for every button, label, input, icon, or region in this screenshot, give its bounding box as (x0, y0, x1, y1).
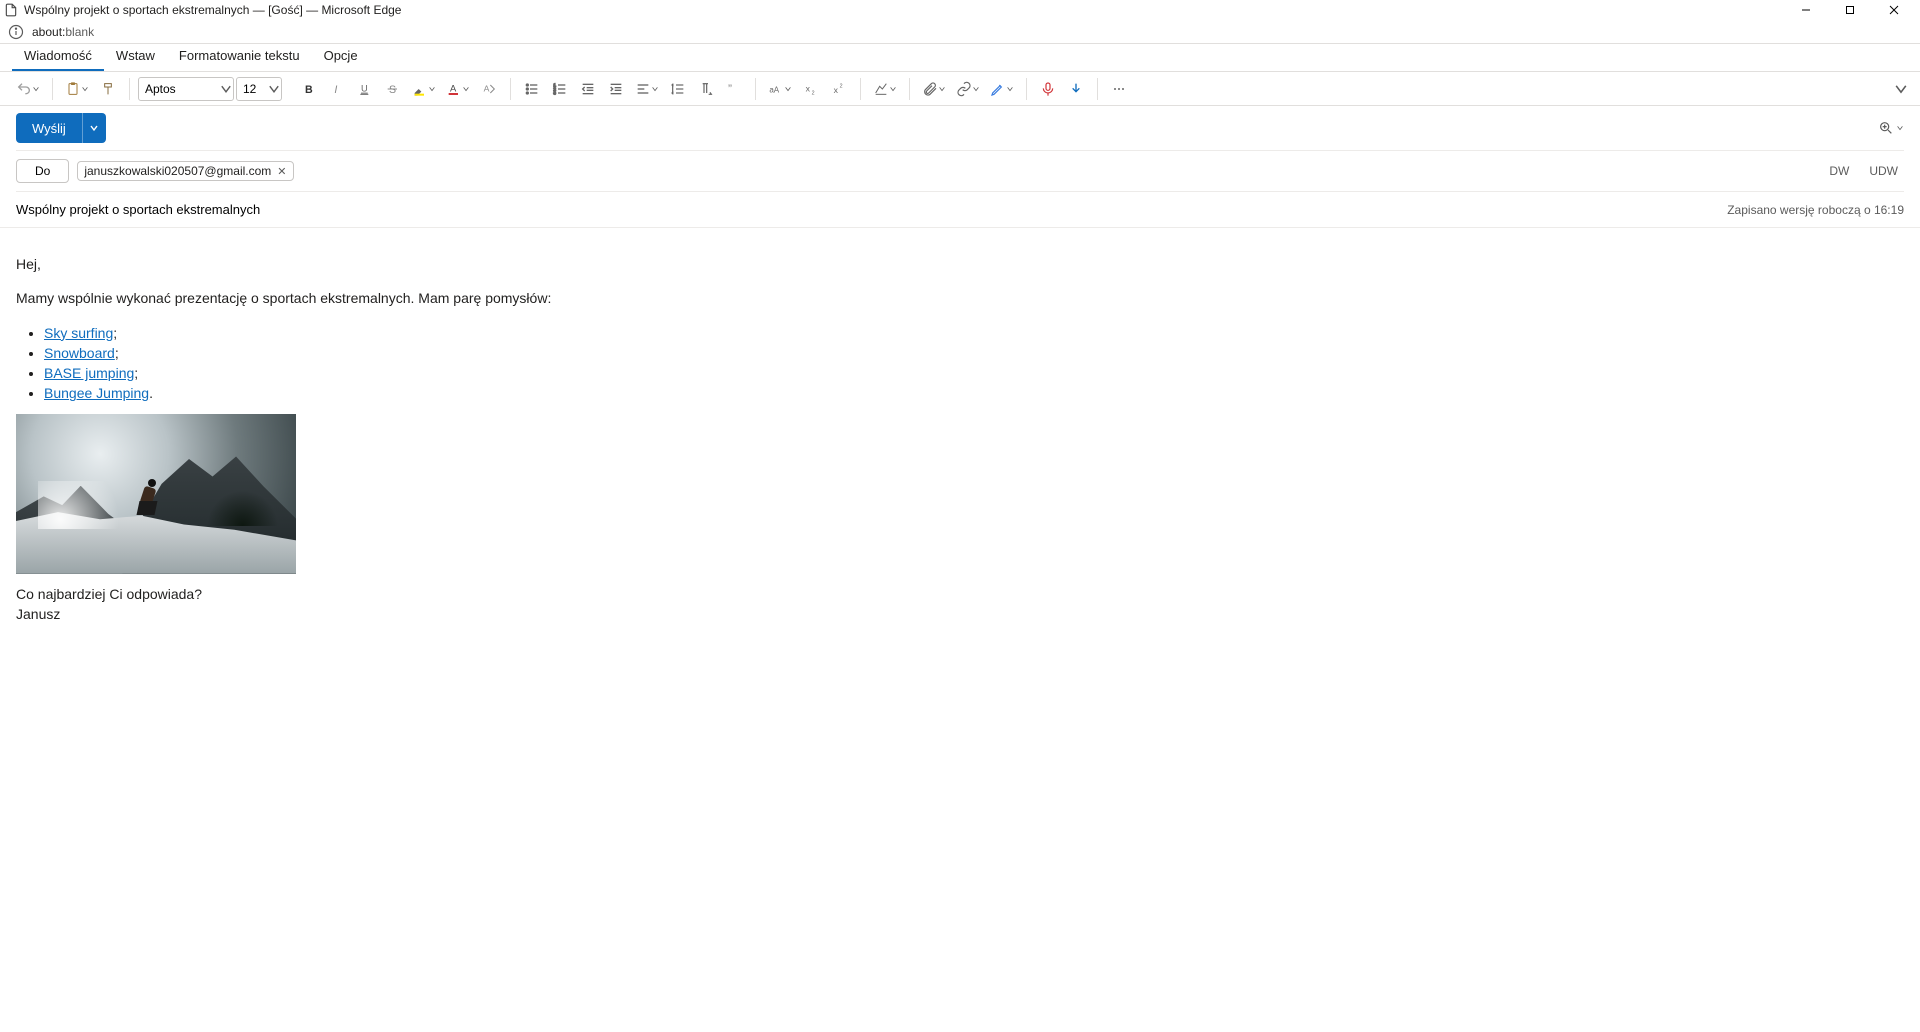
maximize-button[interactable] (1828, 0, 1872, 20)
svg-text:2: 2 (812, 90, 815, 96)
clear-formatting-button[interactable]: A (476, 76, 502, 102)
font-size-select[interactable] (236, 77, 282, 101)
link-sky-surfing[interactable]: Sky surfing (44, 325, 113, 341)
ribbon-toolbar: B I U S A A 123 ” aA x2 (0, 72, 1920, 106)
svg-text:aA: aA (769, 85, 779, 94)
font-size-input[interactable] (237, 82, 267, 96)
svg-text:I: I (334, 84, 337, 96)
strikethrough-button[interactable]: S (380, 76, 406, 102)
undo-button[interactable] (12, 76, 44, 102)
subscript-button[interactable]: x2 (798, 76, 824, 102)
attach-button[interactable] (918, 76, 950, 102)
tab-options[interactable]: Opcje (312, 42, 370, 71)
increase-indent-button[interactable] (603, 76, 629, 102)
save-status: Zapisano wersję roboczą o 16:19 (1727, 203, 1904, 217)
align-button[interactable] (631, 76, 663, 102)
window-controls (1784, 0, 1916, 20)
body-signature: Janusz (16, 604, 1904, 624)
svg-text:2: 2 (840, 83, 843, 89)
list-item: Bungee Jumping. (44, 383, 1904, 403)
list-item: Snowboard; (44, 343, 1904, 363)
body-list: Sky surfing; Snowboard; BASE jumping; Bu… (44, 323, 1904, 404)
superscript-button[interactable]: x2 (826, 76, 852, 102)
window-title: Wspólny projekt o sportach ekstremalnych… (24, 3, 401, 17)
remove-recipient-icon[interactable]: ✕ (277, 165, 286, 178)
link-bungee-jumping[interactable]: Bungee Jumping (44, 385, 149, 401)
list-item: Sky surfing; (44, 323, 1904, 343)
priority-button[interactable] (1063, 76, 1089, 102)
body-intro: Mamy wspólnie wykonać prezentację o spor… (16, 288, 1904, 308)
link-button[interactable] (952, 76, 984, 102)
font-name-input[interactable] (139, 82, 219, 96)
italic-button[interactable]: I (324, 76, 350, 102)
decrease-indent-button[interactable] (575, 76, 601, 102)
page-icon (4, 3, 18, 17)
window-title-bar: Wspólny projekt o sportach ekstremalnych… (0, 0, 1920, 20)
to-button[interactable]: Do (16, 159, 69, 183)
subject-input[interactable] (16, 198, 1719, 221)
styles-button[interactable] (869, 76, 901, 102)
svg-text:S: S (389, 84, 396, 96)
body-greeting: Hej, (16, 254, 1904, 274)
bcc-button[interactable]: UDW (1863, 164, 1904, 178)
link-snowboard[interactable]: Snowboard (44, 345, 115, 361)
svg-text:A: A (484, 83, 490, 93)
line-spacing-button[interactable] (665, 76, 691, 102)
font-color-button[interactable]: A (442, 76, 474, 102)
url-prefix: about: (32, 25, 65, 39)
cc-button[interactable]: DW (1823, 164, 1855, 178)
tab-insert[interactable]: Wstaw (104, 42, 167, 71)
tab-format-text[interactable]: Formatowanie tekstu (167, 42, 312, 71)
tab-message[interactable]: Wiadomość (12, 42, 104, 71)
ribbon-tabs: Wiadomość Wstaw Formatowanie tekstu Opcj… (0, 44, 1920, 72)
svg-text:U: U (361, 83, 368, 93)
close-button[interactable] (1872, 0, 1916, 20)
send-split-button: Wyślij (16, 113, 106, 143)
body-question: Co najbardziej Ci odpowiada? (16, 584, 1904, 604)
to-row: Do januszkowalski020507@gmail.com ✕ DW U… (0, 151, 1920, 191)
signature-button[interactable] (986, 76, 1018, 102)
quote-button[interactable]: ” (721, 76, 747, 102)
font-name-select[interactable] (138, 77, 234, 101)
more-button[interactable] (1106, 76, 1132, 102)
url-suffix: blank (65, 25, 94, 39)
bullets-button[interactable] (519, 76, 545, 102)
ltr-button[interactable] (693, 76, 719, 102)
recipient-chip[interactable]: januszkowalski020507@gmail.com ✕ (77, 161, 293, 181)
highlight-button[interactable] (408, 76, 440, 102)
bold-button[interactable]: B (296, 76, 322, 102)
subject-row: Zapisano wersję roboczą o 16:19 (0, 192, 1920, 228)
dictate-button[interactable] (1035, 76, 1061, 102)
send-row: Wyślij (0, 106, 1920, 150)
link-base-jumping[interactable]: BASE jumping (44, 365, 134, 381)
minimize-button[interactable] (1784, 0, 1828, 20)
info-icon[interactable] (8, 24, 24, 40)
message-body[interactable]: Hej, Mamy wspólnie wykonać prezentację o… (0, 228, 1920, 636)
svg-text:”: ” (728, 82, 732, 96)
svg-text:B: B (305, 84, 313, 96)
list-item: BASE jumping; (44, 363, 1904, 383)
recipient-email: januszkowalski020507@gmail.com (84, 164, 271, 178)
send-dropdown-button[interactable] (82, 113, 106, 143)
format-painter-button[interactable] (95, 76, 121, 102)
address-bar: about:blank (0, 20, 1920, 44)
svg-text:A: A (450, 83, 457, 93)
svg-text:x: x (806, 83, 811, 93)
change-case-button[interactable]: aA (764, 76, 796, 102)
ribbon-collapse-button[interactable] (1888, 76, 1914, 102)
url-text[interactable]: about:blank (32, 25, 94, 39)
numbering-button[interactable]: 123 (547, 76, 573, 102)
paste-button[interactable] (61, 76, 93, 102)
underline-button[interactable]: U (352, 76, 378, 102)
send-button[interactable]: Wyślij (16, 113, 82, 143)
embedded-image-snowboard[interactable] (16, 414, 296, 574)
svg-text:x: x (834, 85, 839, 95)
svg-text:3: 3 (553, 90, 556, 95)
zoom-button[interactable] (1878, 120, 1904, 136)
